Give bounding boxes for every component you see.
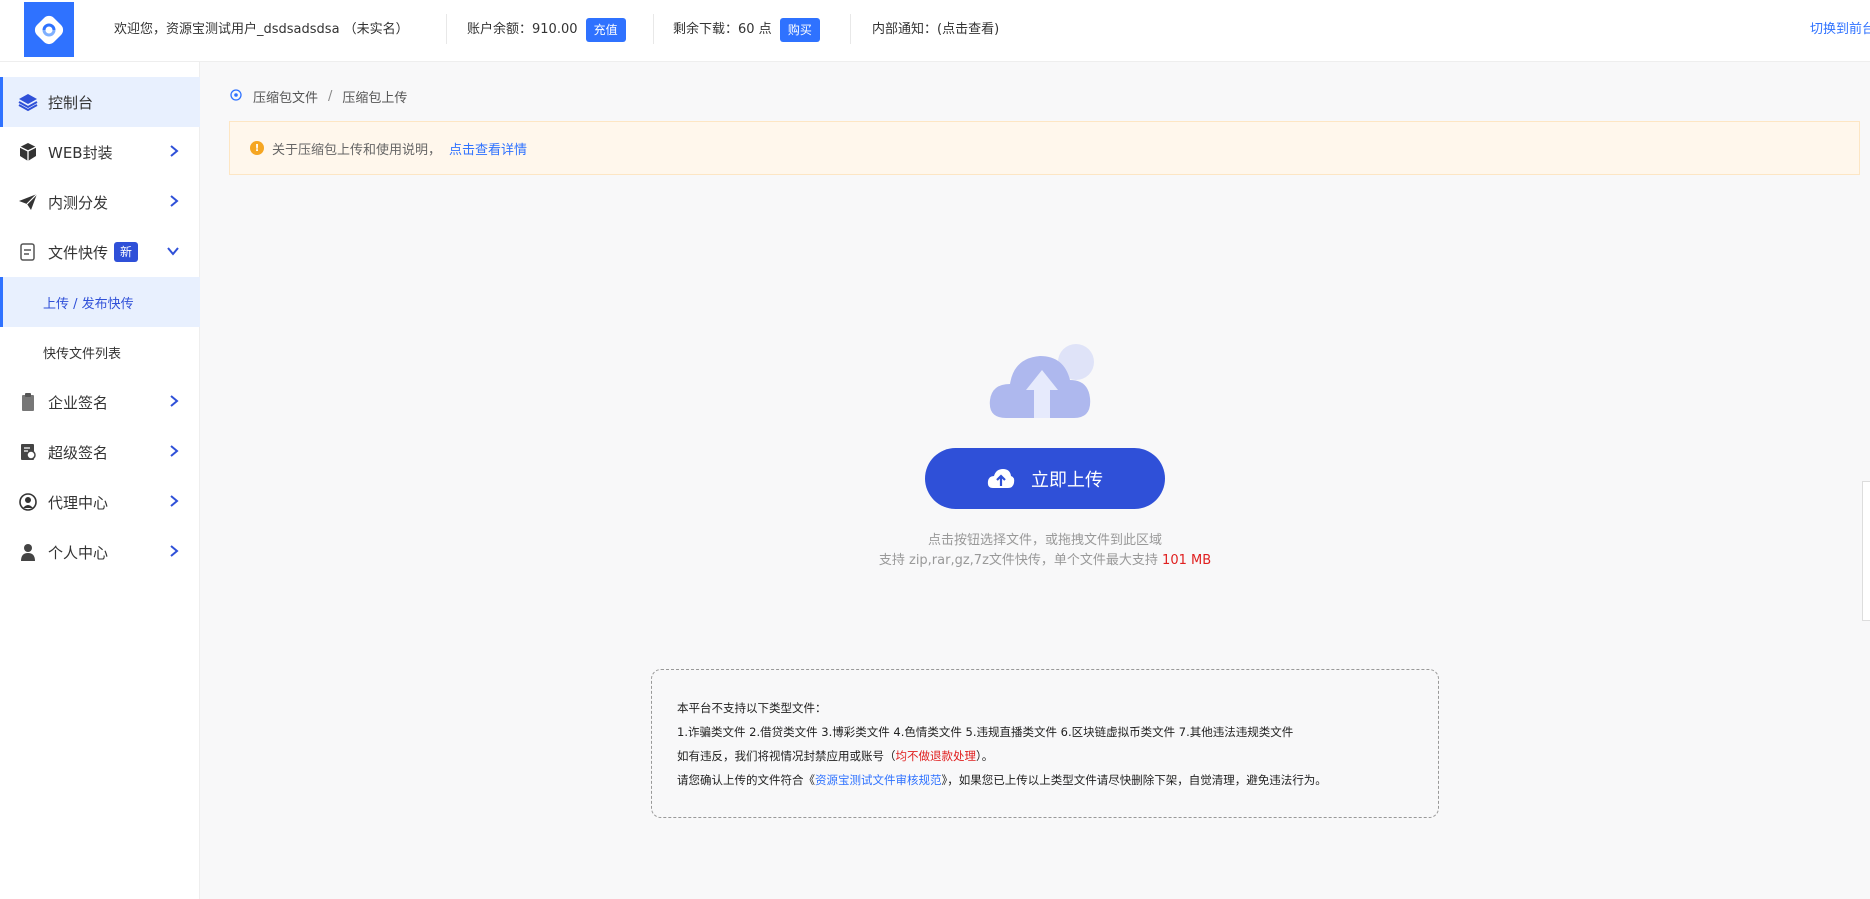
rules-confirm-text: 请您确认上传的文件符合《 xyxy=(677,773,815,787)
chevron-right-icon xyxy=(168,444,180,462)
sidebar-item-personal-center[interactable]: 个人中心 xyxy=(0,527,200,577)
sidebar-item-enterprise-signing[interactable]: 企业签名 xyxy=(0,377,200,427)
header-divider xyxy=(850,14,851,44)
sidebar-item-super-signing[interactable]: 超级签名 xyxy=(0,427,200,477)
chevron-right-icon xyxy=(168,194,180,212)
certificate-icon xyxy=(18,442,38,462)
sidebar-item-web-wrap[interactable]: WEB封装 xyxy=(0,127,200,177)
sidebar-item-label: 代理中心 xyxy=(48,493,109,512)
location-icon xyxy=(229,89,243,103)
chevron-right-icon xyxy=(168,494,180,512)
app-logo[interactable] xyxy=(24,2,74,57)
rules-line-penalty: 如有违反，我们将视情况封禁应用或账号（均不做退款处理）。 xyxy=(677,744,1438,768)
user-icon xyxy=(18,542,38,562)
sidebar-item-agent-center[interactable]: 代理中心 xyxy=(0,477,200,527)
sidebar-item-label: 控制台 xyxy=(48,93,94,112)
upload-hint-formats: 支持 zip,rar,gz,7z文件快传，单个文件最大支持 xyxy=(878,553,1158,568)
sidebar-subitem-transfer-list[interactable]: 快传文件列表 xyxy=(0,327,200,377)
breadcrumb: 压缩包文件 / 压缩包上传 xyxy=(229,86,407,106)
logo-icon xyxy=(34,15,64,44)
upload-now-button[interactable]: 立即上传 xyxy=(925,448,1165,509)
chevron-right-icon xyxy=(168,394,180,412)
downloads-group: 剩余下载：60 点 购买 xyxy=(673,17,820,43)
sidebar-item-label: WEB封装 xyxy=(48,143,113,162)
rules-line-types: 1.诈骗类文件 2.借贷类文件 3.博彩类文件 4.色情类文件 5.违规直播类文… xyxy=(677,725,1294,739)
sidebar-item-label: 文件快传 xyxy=(48,243,109,262)
balance-group: 账户余额：910.00 充值 xyxy=(467,17,626,43)
balance-label: 账户余额：910.00 xyxy=(467,22,578,37)
cloud-upload-illustration xyxy=(988,340,1102,422)
header-divider xyxy=(653,14,654,44)
rules-confirm-suffix: 》，如果您已上传以上类型文件请尽快删除下架，自觉清理，避免违法行为。 xyxy=(941,773,1327,787)
box-icon xyxy=(18,142,38,162)
chevron-right-icon xyxy=(168,544,180,562)
breadcrumb-item-archive[interactable]: 压缩包文件 xyxy=(253,87,318,106)
rules-line-confirm: 请您确认上传的文件符合《资源宝测试文件审核规范》，如果您已上传以上类型文件请尽快… xyxy=(677,768,1438,792)
header-divider xyxy=(446,14,447,44)
clipboard-icon xyxy=(18,392,38,412)
rules-penalty-suffix: ）。 xyxy=(976,749,994,763)
review-policy-link[interactable]: 资源宝测试文件审核规范 xyxy=(815,773,942,787)
notice-bar: ! 关于压缩包上传和使用说明， 点击查看详情 xyxy=(229,121,1860,175)
notice-detail-link[interactable]: 点击查看详情 xyxy=(449,139,527,158)
side-float-panel-edge[interactable] xyxy=(1862,481,1870,621)
sidebar-item-label: 个人中心 xyxy=(48,543,109,562)
chevron-right-icon xyxy=(168,144,180,162)
sidebar: 控制台 WEB封装 内测分发 文件快传 新 上传 / 发布快传 快传文件列表 企… xyxy=(0,62,200,899)
new-badge: 新 xyxy=(114,242,139,262)
welcome-text: 欢迎您，资源宝测试用户_dsdsadsdsa （未实名） xyxy=(114,22,409,37)
paper-plane-icon xyxy=(18,192,38,212)
breadcrumb-separator: / xyxy=(328,88,333,104)
prohibited-files-notice: 本平台不支持以下类型文件： 1.诈骗类文件 2.借贷类文件 3.博彩类文件 4.… xyxy=(651,669,1439,818)
upload-button-label: 立即上传 xyxy=(1031,469,1103,491)
cloud-upload-icon xyxy=(987,468,1015,490)
upload-hint-line1: 点击按钮选择文件，或拖拽文件到此区域 xyxy=(927,533,1162,548)
switch-frontend-link[interactable]: 切换到前台 xyxy=(1810,17,1870,43)
agent-icon xyxy=(18,492,38,512)
sidebar-item-file-transfer[interactable]: 文件快传 新 xyxy=(0,227,200,277)
internal-notice-link[interactable]: 内部通知：(点击查看) xyxy=(872,17,999,43)
layers-icon xyxy=(18,92,38,112)
sidebar-item-dashboard[interactable]: 控制台 xyxy=(0,77,200,127)
upload-max-size: 101 MB xyxy=(1162,553,1212,568)
sidebar-item-beta-distribution[interactable]: 内测分发 xyxy=(0,177,200,227)
file-transfer-icon xyxy=(18,242,38,262)
sidebar-item-label: 内测分发 xyxy=(48,193,109,212)
rules-line-title: 本平台不支持以下类型文件： xyxy=(677,701,827,715)
sidebar-subitem-upload-publish[interactable]: 上传 / 发布快传 xyxy=(0,277,200,327)
notice-text: 关于压缩包上传和使用说明， xyxy=(272,142,442,158)
buy-button[interactable]: 购买 xyxy=(779,17,820,42)
downloads-label: 剩余下载：60 点 xyxy=(673,22,772,37)
top-header: 欢迎您，资源宝测试用户_dsdsadsdsa （未实名） 账户余额：910.00… xyxy=(0,0,1870,62)
recharge-button[interactable]: 充值 xyxy=(585,17,626,42)
sidebar-item-label: 企业签名 xyxy=(48,393,109,412)
warning-icon: ! xyxy=(250,141,264,155)
upload-hint-line2: 支持 zip,rar,gz,7z文件快传，单个文件最大支持 101 MB xyxy=(800,549,1290,568)
rules-penalty-text: 如有违反，我们将视情况封禁应用或账号（ xyxy=(677,749,896,763)
sidebar-item-label: 超级签名 xyxy=(48,443,109,462)
breadcrumb-item-upload: 压缩包上传 xyxy=(342,90,408,106)
no-refund-text: 均不做退款处理 xyxy=(895,749,977,763)
chevron-down-icon xyxy=(166,244,180,262)
